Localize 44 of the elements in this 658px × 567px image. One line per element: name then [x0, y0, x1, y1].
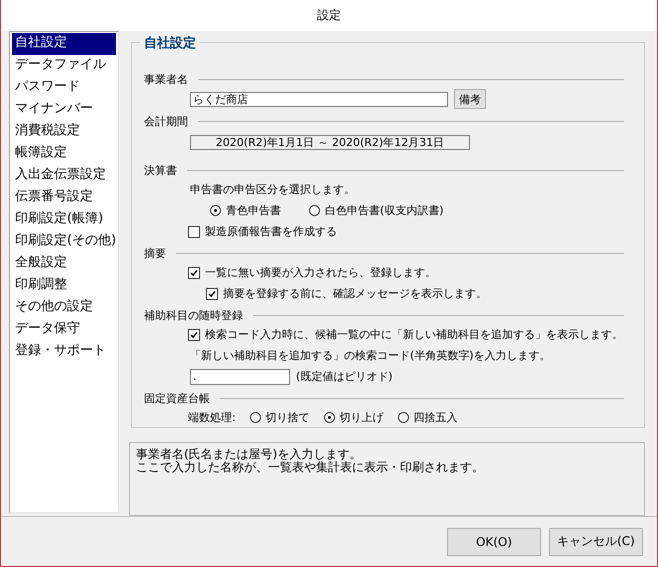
sidebar-item[interactable]: 帳簿設定: [12, 143, 116, 166]
hint-text: (既定値はピリオド): [296, 369, 393, 384]
sidebar-item[interactable]: 印刷設定(その他): [12, 231, 116, 254]
text-field[interactable]: らくだ商店: [190, 92, 448, 107]
sidebar-item[interactable]: データファイル: [12, 55, 116, 78]
instruction-text: 申告書の申告区分を選択します。: [190, 182, 355, 198]
section-heading: 決算書: [144, 162, 177, 178]
sidebar-item[interactable]: 登録・サポート: [12, 341, 116, 364]
note-button[interactable]: 備考: [454, 89, 486, 110]
code-field[interactable]: .: [190, 368, 290, 385]
sidebar-item[interactable]: マイナンバー: [12, 99, 116, 122]
radio-label: 白色申告書(収支内訳書): [325, 203, 444, 218]
checkbox-label: 摘要を登録する前に、確認メッセージを表示します。: [223, 286, 487, 302]
checkbox-label: 一覧に無い摘要が入力されたら、登録します。: [205, 265, 436, 280]
sidebar-item[interactable]: パスワード: [12, 77, 116, 100]
radio-label: 四捨五入: [414, 410, 458, 426]
radio-label: 青色申告書: [226, 203, 281, 218]
sidebar-item[interactable]: 印刷調整: [12, 275, 116, 298]
sidebar-item[interactable]: 全般設定: [12, 253, 116, 276]
section-heading: 事業者名: [144, 72, 188, 87]
help-text: ここで入力した名称が、一覧表や集計表に表示・印刷されます。: [136, 461, 485, 474]
sidebar-item[interactable]: 消費税設定: [12, 121, 116, 144]
cancel-button[interactable]: キャンセル(C): [549, 528, 643, 556]
radio-label: 切り上げ: [340, 410, 384, 426]
radio-label: 切り捨て: [266, 410, 310, 426]
section-heading: 会計期間: [144, 114, 188, 129]
section-heading: 補助科目の随時登録: [144, 308, 243, 323]
sidebar-item[interactable]: データ保守: [12, 319, 116, 342]
group-title: 自社設定: [140, 34, 200, 52]
sidebar-item[interactable]: 入出金伝票設定: [12, 165, 116, 188]
period-field: 2020(R2)年1月1日 ～ 2020(R2)年12月31日: [190, 135, 470, 150]
option-label: 端数処理:: [188, 410, 236, 426]
sidebar-item[interactable]: 印刷設定(帳簿): [12, 209, 116, 232]
section-heading: 摘要: [144, 246, 166, 261]
sidebar-item[interactable]: 自社設定: [12, 33, 116, 56]
sidebar-item[interactable]: 伝票番号設定: [12, 187, 116, 210]
sidebar-item[interactable]: その他の設定: [12, 297, 116, 320]
checkbox-label: 製造原価報告書を作成する: [205, 224, 337, 240]
instruction-text: 「新しい補助科目を追加する」の検索コード(半角英数字)を入力します。: [190, 348, 551, 364]
ok-button[interactable]: OK(O): [447, 528, 541, 556]
checkbox-label: 検索コード入力時に、候補一覧の中に「新しい補助科目を追加する」を表示します。: [205, 327, 623, 342]
help-text: 事業者名(氏名または屋号)を入力します。: [136, 448, 362, 462]
window-title: 設定: [317, 7, 341, 24]
section-heading: 固定資産台帳: [144, 390, 210, 406]
